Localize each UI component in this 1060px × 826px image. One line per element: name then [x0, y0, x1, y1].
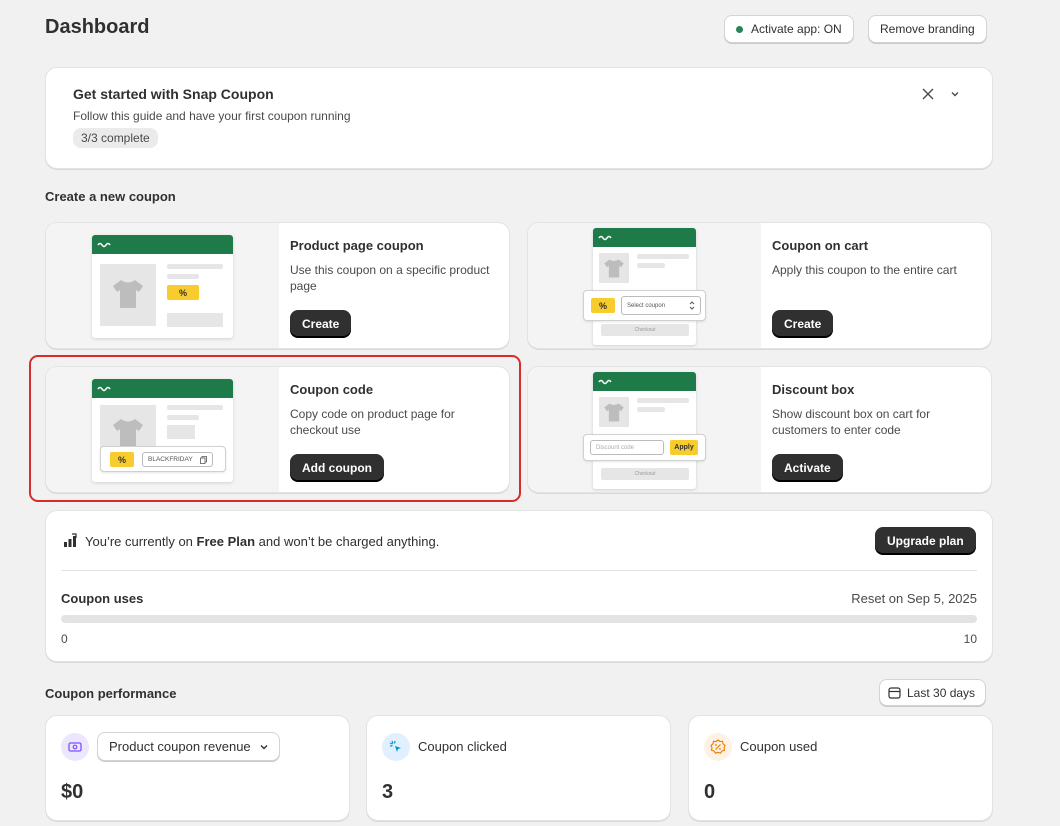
coupon-select-ticket: % Select coupon [583, 290, 706, 321]
revenue-icon [61, 733, 89, 761]
setup-guide-card: Get started with Snap Coupon Follow this… [45, 67, 993, 169]
activate-discount-box-button[interactable]: Activate [772, 454, 843, 481]
status-dot-icon [736, 25, 743, 33]
plan-text: You’re currently on Free Plan and won’t … [85, 534, 439, 549]
shirt-icon [604, 259, 624, 278]
metric-card-used: Coupon used 0 [688, 715, 993, 821]
discount-icon [704, 733, 732, 761]
mock-apply-button: Apply [670, 440, 698, 455]
shirt-icon [113, 280, 143, 308]
metric-label: Coupon used [740, 739, 818, 754]
date-range-label: Last 30 days [907, 685, 976, 700]
coupon-card-product-page: % Product page coupon Use this coupon on… [45, 222, 510, 349]
plan-card: You’re currently on Free Plan and won’t … [45, 510, 993, 662]
metric-value: $0 [61, 781, 84, 803]
progress-max-label: 10 [963, 632, 977, 646]
discount-box-ticket: Discount code Apply [583, 434, 706, 461]
metric-label: Coupon clicked [418, 739, 507, 754]
highlight-frame [29, 355, 521, 502]
activate-app-button[interactable]: Activate app: ON [724, 15, 854, 43]
plan-text-before: You’re currently on [85, 534, 197, 549]
activate-app-label: Activate app: ON [751, 22, 842, 36]
progress-min-label: 0 [61, 632, 68, 646]
coupon-performance-heading: Coupon performance [45, 686, 177, 701]
chart-growth-icon [64, 533, 77, 547]
select-arrows-icon [689, 301, 695, 310]
mock-select: Select coupon [621, 296, 701, 315]
create-cart-coupon-button[interactable]: Create [772, 310, 834, 337]
divider [61, 570, 977, 571]
coupon-card-description: Use this coupon on a specific product pa… [290, 263, 490, 293]
metric-value: 3 [382, 781, 394, 803]
coupon-card-description: Show discount box on cart for customers … [772, 407, 931, 437]
coupon-uses-progress-bar [61, 615, 977, 623]
mock-discount-input: Discount code [590, 440, 664, 455]
percent-tag-icon: % [591, 298, 615, 313]
cart-coupon-illustration: Checkout % Select coupon [528, 223, 761, 348]
setup-guide-title: Get started with Snap Coupon [73, 86, 274, 102]
coupon-card-title: Product page coupon [290, 238, 424, 253]
setup-guide-subtitle: Follow this guide and have your first co… [73, 109, 351, 123]
metric-card-revenue: Product coupon revenue $0 [45, 715, 350, 821]
reset-date-text: Reset on Sep 5, 2025 [851, 591, 977, 606]
date-range-button[interactable]: Last 30 days [879, 679, 987, 706]
chevron-down-icon [260, 744, 268, 749]
coupon-card-discount-box: Checkout Discount code Apply Discount bo… [527, 366, 992, 493]
upgrade-plan-button[interactable]: Upgrade plan [875, 527, 976, 554]
mock-select-label: Select coupon [627, 302, 666, 309]
calendar-icon [888, 687, 901, 699]
coupon-card-title: Coupon on cart [772, 238, 869, 253]
product-page-illustration: % [46, 223, 279, 348]
revenue-type-label: Product coupon revenue [109, 739, 251, 754]
percent-tag-icon: % [167, 285, 199, 300]
coupon-card-description: Apply this coupon to the entire cart [772, 263, 957, 277]
click-icon [382, 733, 410, 761]
plan-name: Free Plan [196, 534, 256, 549]
cart-mockup: Checkout [593, 228, 696, 345]
chevron-down-icon[interactable] [945, 84, 965, 104]
close-icon[interactable] [918, 84, 938, 104]
coupon-card-cart: Checkout % Select coupon Coupon on cart … [527, 222, 992, 349]
plan-text-after: and won’t be charged anything. [255, 534, 440, 549]
page-title: Dashboard [45, 16, 150, 38]
mock-checkout-label: Checkout [601, 468, 689, 480]
discount-box-illustration: Checkout Discount code Apply [528, 367, 761, 492]
coupon-uses-label: Coupon uses [61, 591, 144, 606]
remove-branding-button[interactable]: Remove branding [868, 15, 987, 43]
shirt-icon [604, 403, 624, 422]
create-product-coupon-button[interactable]: Create [290, 310, 352, 337]
coupon-card-title: Discount box [772, 382, 855, 397]
setup-progress-badge: 3/3 complete [73, 128, 158, 148]
metric-card-clicked: Coupon clicked 3 [366, 715, 671, 821]
mock-checkout-label: Checkout [601, 324, 689, 336]
metric-value: 0 [704, 781, 716, 803]
cart-mockup: Checkout [593, 372, 696, 489]
create-coupon-heading: Create a new coupon [45, 189, 176, 204]
store-mockup: % [92, 235, 233, 338]
revenue-type-select[interactable]: Product coupon revenue [97, 732, 280, 761]
